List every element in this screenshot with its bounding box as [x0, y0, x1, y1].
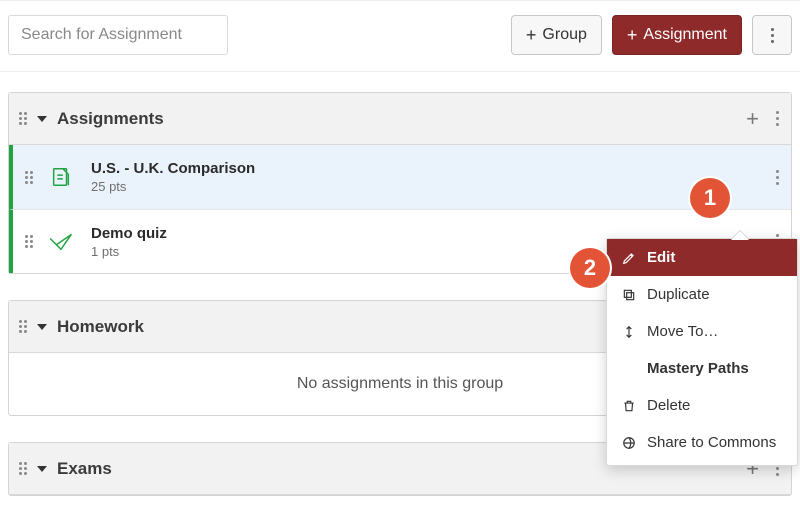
toolbar-more-button[interactable] — [752, 15, 792, 55]
group-title: Assignments — [57, 109, 746, 129]
menu-item-edit[interactable]: Edit — [607, 239, 797, 276]
row-context-menu: Edit Duplicate Move To… Mastery Paths De… — [606, 238, 798, 466]
drag-handle-icon[interactable] — [19, 462, 29, 475]
chevron-down-icon — [37, 324, 47, 330]
search-input[interactable] — [8, 15, 228, 55]
drag-handle-icon[interactable] — [19, 320, 29, 333]
blank-icon — [621, 361, 637, 377]
toolbar: + Group + Assignment — [0, 0, 800, 72]
trash-icon — [621, 398, 637, 414]
menu-item-move[interactable]: Move To… — [607, 313, 797, 350]
chevron-down-icon — [37, 466, 47, 472]
assignment-icon — [49, 165, 73, 189]
menu-item-mastery-paths[interactable]: Mastery Paths — [607, 350, 797, 387]
add-assignment-button[interactable]: + Assignment — [612, 15, 742, 55]
menu-item-share-commons[interactable]: Share to Commons — [607, 424, 797, 461]
group-header[interactable]: Assignments + — [9, 93, 791, 145]
commons-icon — [621, 435, 637, 451]
menu-item-label: Mastery Paths — [647, 360, 749, 377]
plus-icon: + — [526, 26, 537, 44]
menu-item-label: Delete — [647, 397, 690, 414]
row-more-button[interactable] — [775, 170, 779, 185]
callout-badge-1: 1 — [690, 178, 730, 218]
add-group-label: Group — [542, 26, 586, 44]
move-icon — [621, 324, 637, 340]
menu-item-label: Move To… — [647, 323, 718, 340]
add-assignment-label: Assignment — [643, 26, 727, 44]
copy-icon — [621, 287, 637, 303]
menu-item-label: Duplicate — [647, 286, 710, 303]
drag-handle-icon[interactable] — [19, 112, 29, 125]
drag-handle-icon[interactable] — [25, 235, 35, 248]
callout-badge-2: 2 — [570, 248, 610, 288]
group-add-button[interactable]: + — [746, 108, 759, 130]
plus-icon: + — [627, 26, 638, 44]
group-more-button[interactable] — [775, 111, 779, 126]
assignment-title: U.S. - U.K. Comparison — [91, 160, 775, 177]
menu-item-delete[interactable]: Delete — [607, 387, 797, 424]
menu-item-duplicate[interactable]: Duplicate — [607, 276, 797, 313]
chevron-down-icon — [37, 116, 47, 122]
menu-item-label: Share to Commons — [647, 434, 776, 451]
pencil-icon — [621, 250, 637, 266]
add-group-button[interactable]: + Group — [511, 15, 602, 55]
quiz-icon — [49, 230, 73, 254]
assignment-points: 25 pts — [91, 179, 775, 194]
kebab-icon — [770, 28, 774, 43]
menu-item-label: Edit — [647, 249, 675, 266]
assignment-row[interactable]: U.S. - U.K. Comparison 25 pts — [9, 145, 791, 209]
drag-handle-icon[interactable] — [25, 171, 35, 184]
